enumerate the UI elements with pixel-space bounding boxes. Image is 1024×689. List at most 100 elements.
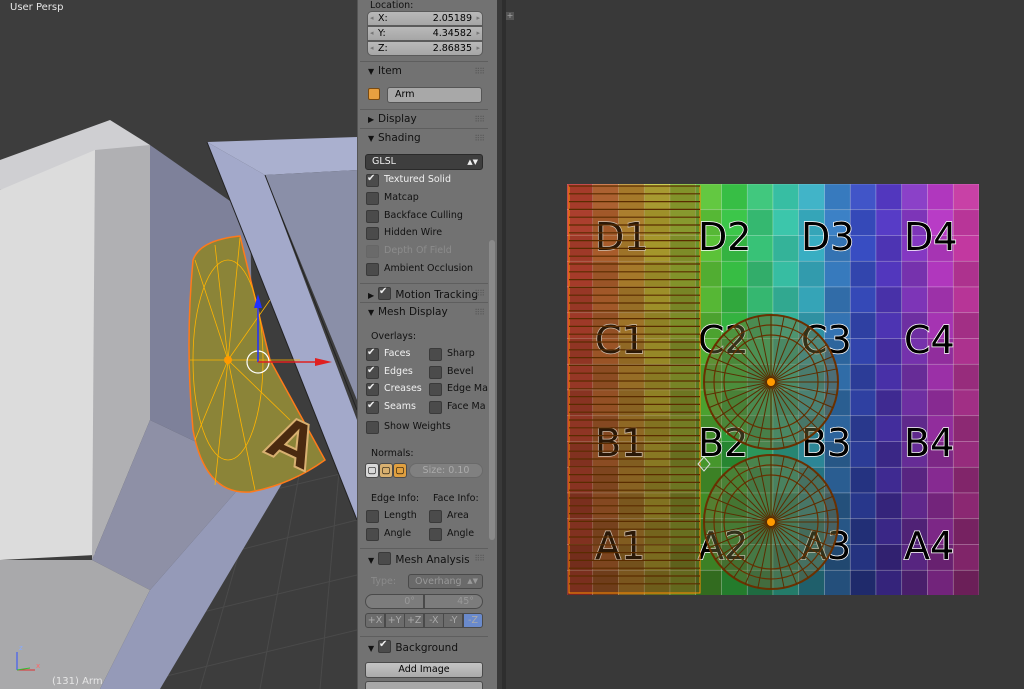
location-x-field[interactable]: ◂ X: 2.05189 ▸ — [367, 11, 483, 26]
checker-cell — [901, 184, 928, 211]
checker-cell — [952, 569, 979, 595]
checker-cell — [952, 518, 979, 545]
checker-cell — [875, 235, 903, 262]
checker-cell — [901, 389, 928, 417]
3d-viewport[interactable]: A User Persp z x (131) Arm — [0, 0, 357, 689]
analysis-type-dropdown: Overhang ▲▼ — [408, 574, 483, 589]
background-images-checkbox[interactable] — [378, 638, 392, 653]
checker-cell — [927, 286, 954, 314]
backface-culling-checkbox[interactable]: Backface Culling — [366, 209, 463, 223]
checker-cell — [824, 286, 851, 314]
checker-cell — [875, 209, 903, 236]
checker-cell — [952, 184, 979, 211]
grid-label: D4 — [904, 215, 957, 259]
creases-checkbox[interactable]: Creases — [366, 381, 422, 396]
uv-center-vertex — [767, 378, 775, 386]
motion-tracking-panel-header[interactable]: ▶ Motion Tracking⠿⠿ — [360, 283, 488, 302]
checker-cell — [798, 260, 825, 288]
panel-scrollbar[interactable] — [489, 240, 495, 540]
face-normals-button[interactable]: ▢ — [393, 463, 407, 478]
grid-label: D2 — [698, 215, 751, 259]
textured-solid-checkbox[interactable]: Textured Solid — [366, 172, 451, 187]
checker-cell — [824, 260, 851, 288]
mesh-analysis-panel-header[interactable]: ▼ Mesh Analysis ⠿⠿ — [360, 548, 488, 567]
mesh-analysis-checkbox[interactable] — [378, 551, 392, 565]
object-name-field[interactable]: Arm — [387, 87, 482, 103]
motion-tracking-checkbox[interactable] — [378, 285, 392, 300]
display-panel-header[interactable]: ▶ Display ⠿⠿ — [360, 109, 488, 128]
faces-checkbox[interactable]: Faces — [366, 346, 410, 361]
add-image-button[interactable]: Add Image — [365, 662, 483, 678]
edge-marks-checkbox[interactable]: Edge Ma — [429, 382, 488, 396]
analysis-max-field: 45° — [424, 594, 483, 609]
checker-cell — [772, 260, 800, 288]
show-weights-checkbox[interactable]: Show Weights — [366, 420, 451, 434]
grid-label: B4 — [904, 421, 954, 465]
axis-button-posneg-X: +X — [365, 613, 385, 628]
checker-cell — [927, 466, 954, 494]
edge-length-checkbox[interactable]: Length — [366, 509, 417, 523]
matcap-checkbox[interactable]: Matcap — [366, 191, 419, 205]
grid-label: D3 — [801, 215, 854, 259]
normals-size-field[interactable]: Size: 0.10 — [409, 463, 483, 478]
checker-cell — [875, 312, 903, 339]
checker-cell — [901, 286, 928, 314]
checker-cell — [824, 569, 851, 595]
depth-of-field-checkbox: Depth Of Field — [366, 244, 452, 258]
axis-button-posneg-Z: +Z — [404, 613, 425, 628]
checker-cell — [875, 441, 903, 468]
checker-cell — [875, 389, 903, 417]
checker-cell — [875, 338, 903, 365]
checker-cell — [849, 312, 877, 339]
checker-cell — [798, 184, 825, 211]
grid-label: A4 — [904, 524, 954, 568]
checker-cell — [901, 466, 928, 494]
checker-cell — [952, 466, 979, 494]
item-panel-header[interactable]: ▼ Item ⠿⠿ — [360, 61, 488, 80]
face-info-label: Face Info: — [433, 493, 479, 504]
checker-cell — [772, 209, 800, 236]
checker-cell — [849, 389, 877, 417]
location-y-field[interactable]: ◂ Y: 4.34582 ▸ — [367, 26, 483, 41]
ambient-occlusion-checkbox[interactable]: Ambient Occlusion — [366, 262, 473, 276]
face-angle-checkbox[interactable]: Angle — [429, 527, 474, 541]
background-images-panel-header[interactable]: ▼ Background Images — [360, 636, 488, 673]
checker-cell — [901, 260, 928, 288]
checker-cell — [952, 492, 979, 520]
checker-cell — [875, 260, 903, 288]
checker-cell — [952, 441, 979, 468]
checker-cell — [927, 363, 954, 391]
location-label: Location: — [370, 0, 414, 11]
face-marks-checkbox[interactable]: Face Ma — [429, 400, 486, 414]
checker-cell — [849, 338, 877, 365]
bevel-checkbox[interactable]: Bevel — [429, 365, 473, 379]
edge-angle-checkbox[interactable]: Angle — [366, 527, 411, 541]
loop-normals-button[interactable]: ▢ — [379, 463, 393, 478]
object-cube-icon — [368, 88, 380, 100]
seams-checkbox[interactable]: Seams — [366, 399, 416, 414]
checker-cell — [875, 544, 903, 571]
axis-x-label: x — [36, 662, 41, 670]
shading-panel-header[interactable]: ▼ Shading ⠿⠿ — [360, 128, 488, 147]
shading-mode-dropdown[interactable]: GLSL ▲▼ — [365, 154, 483, 170]
checker-cell — [849, 260, 877, 288]
uv-island-strip[interactable] — [568, 185, 701, 594]
vertex-normals-button[interactable]: ▢ — [365, 463, 379, 478]
checker-cell — [746, 260, 774, 288]
region-expand-icon[interactable]: + — [506, 12, 514, 20]
checker-cell — [849, 492, 877, 520]
mesh-display-panel-header[interactable]: ▼ Mesh Display ⠿⠿ — [360, 302, 488, 321]
background-image-entry[interactable] — [365, 681, 483, 689]
checker-cell — [849, 184, 877, 211]
sharp-checkbox[interactable]: Sharp — [429, 347, 475, 361]
type-label: Type: — [371, 576, 397, 587]
checker-cell — [772, 184, 800, 211]
hidden-wire-checkbox[interactable]: Hidden Wire — [366, 226, 442, 240]
edges-checkbox[interactable]: Edges — [366, 364, 413, 379]
location-z-field[interactable]: ◂ Z: 2.86835 ▸ — [367, 41, 483, 56]
checker-cell — [875, 184, 903, 211]
face-area-checkbox[interactable]: Area — [429, 509, 469, 523]
object-info: (131) Arm — [52, 676, 103, 687]
uv-checker-image[interactable]: D1D2D3D4C1C2C3C4B1B2B3B4A1A2A3A4 — [567, 184, 979, 595]
checker-cell — [875, 466, 903, 494]
